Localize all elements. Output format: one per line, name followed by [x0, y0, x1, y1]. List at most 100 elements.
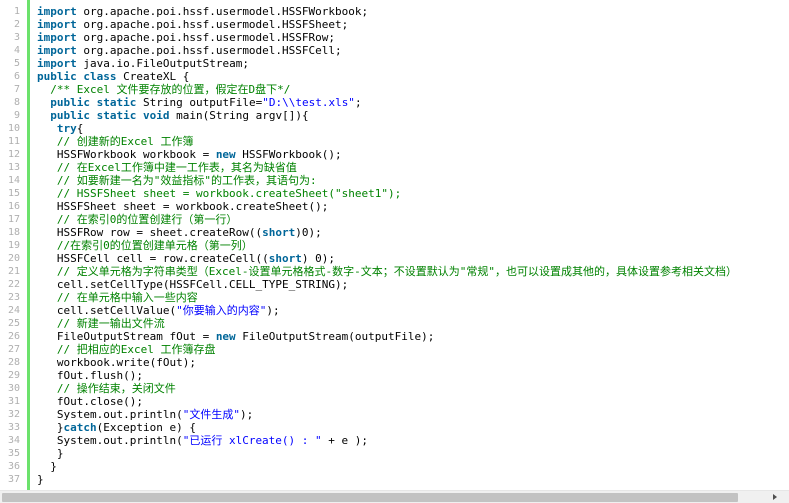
code-text: HSSFCell cell = row.createCell((short) 0…: [37, 252, 335, 265]
code-token: ) 0);: [301, 252, 336, 265]
code-text: // 如要新建一名为"效益指标"的工作表，其语句为:: [37, 174, 317, 187]
code-text: }: [37, 473, 44, 486]
line-number: 4: [13, 45, 20, 56]
code-token: fOut.flush();: [37, 369, 143, 382]
code-token: HSSFCell cell = row.createCell((: [37, 252, 269, 265]
code-text: FileOutputStream fOut = new FileOutputSt…: [37, 330, 435, 343]
line-number: 15: [7, 188, 20, 199]
code-text: public static void main(String argv[]){: [37, 109, 309, 122]
code-text: HSSFRow row = sheet.createRow((short)0);: [37, 226, 322, 239]
code-token: // HSSFSheet sheet = workbook.createShee…: [56, 187, 402, 200]
code-token: import: [37, 18, 77, 31]
code-token: HSSFWorkbook();: [235, 148, 342, 161]
code-text: // 操作结束，关闭文件: [37, 382, 176, 395]
code-token: cell.setCellValue(: [37, 304, 177, 317]
line-number: 31: [7, 396, 20, 407]
scrollbar-thumb[interactable]: [2, 493, 738, 502]
code-token: "你要输入的内容": [176, 304, 267, 317]
code-token: )0);: [295, 226, 322, 239]
code-token: class: [83, 70, 117, 83]
code-token: HSSFWorkbook workbook =: [37, 148, 216, 161]
code-text: //在索引0的位置创建单元格（第一列）: [37, 239, 253, 252]
code-token: }: [37, 447, 64, 460]
code-token: FileOutputStream fOut =: [37, 330, 216, 343]
scroll-right-arrow-icon[interactable]: [773, 494, 777, 500]
line-number: 33: [7, 422, 20, 433]
line-number: 21: [7, 266, 20, 277]
code-text: workbook.write(fOut);: [37, 356, 196, 369]
line-number: 12: [7, 149, 20, 160]
code-token: java.io.FileOutputStream;: [76, 57, 249, 70]
code-token: static: [96, 96, 137, 109]
code-token: HSSFSheet sheet = workbook.createSheet()…: [37, 200, 329, 213]
line-number: 20: [7, 253, 20, 264]
line-number: 27: [7, 344, 20, 355]
line-number: 9: [13, 110, 20, 121]
code-token: }: [37, 473, 44, 486]
code-text: System.out.println("文件生成");: [37, 408, 253, 421]
code-token: /** Excel 文件要存放的位置，假定在D盘下*/: [50, 83, 291, 96]
code-token: // 创建新的Excel 工作簿: [56, 135, 194, 148]
code-text: // 在索引0的位置创建行（第一行）: [37, 213, 238, 226]
line-number: 32: [7, 409, 20, 420]
code-token: org.apache.poi.hssf.usermodel.HSSFSheet;: [76, 18, 349, 31]
code-text: try{: [37, 122, 84, 135]
code-token: short: [262, 226, 296, 239]
line-number: 5: [13, 58, 20, 69]
line-number: 8: [13, 97, 20, 108]
code-token: );: [266, 304, 280, 317]
code-text: import org.apache.poi.hssf.usermodel.HSS…: [37, 18, 348, 31]
code-token: }: [37, 460, 57, 473]
code-token: short: [268, 252, 302, 265]
horizontal-scrollbar[interactable]: [0, 490, 789, 503]
line-number: 23: [7, 292, 20, 303]
line-number: 25: [7, 318, 20, 329]
code-token: }: [37, 421, 64, 434]
line-number: 2: [13, 19, 20, 30]
line-number: 17: [7, 214, 20, 225]
code-text: fOut.close();: [37, 395, 143, 408]
code-text: fOut.flush();: [37, 369, 143, 382]
line-number: 30: [7, 383, 20, 394]
code-text: // 在Excel工作簿中建一工作表，其名为缺省值: [37, 161, 297, 174]
code-token: CreateXL {: [116, 70, 190, 83]
gutter-divider: [27, 0, 30, 490]
line-number: 11: [7, 136, 20, 147]
line-number: 22: [7, 279, 20, 290]
code-token: fOut.close();: [37, 395, 143, 408]
code-token: FileOutputStream(outputFile);: [235, 330, 435, 343]
code-text: cell.setCellValue("你要输入的内容");: [37, 304, 280, 317]
line-number: 7: [13, 84, 20, 95]
code-token: org.apache.poi.hssf.usermodel.HSSFWorkbo…: [76, 5, 369, 18]
line-number: 16: [7, 201, 20, 212]
code-token: new: [215, 148, 236, 161]
code-text: // 新建一输出文件流: [37, 317, 165, 330]
code-token: main(String argv[]){: [169, 109, 309, 122]
line-number: 13: [7, 162, 20, 173]
code-token: ;: [354, 96, 362, 109]
code-text: cell.setCellType(HSSFCell.CELL_TYPE_STRI…: [37, 278, 348, 291]
line-number: 29: [7, 370, 20, 381]
code-token: "已运行 xlCreate() : ": [182, 434, 322, 447]
line-number: 1: [13, 6, 20, 17]
line-number: 10: [7, 123, 20, 134]
code-token: // 操作结束，关闭文件: [56, 382, 176, 395]
code-text: HSSFWorkbook workbook = new HSSFWorkbook…: [37, 148, 342, 161]
code-text: HSSFSheet sheet = workbook.createSheet()…: [37, 200, 329, 213]
code-text: public static String outputFile="D:\\tes…: [37, 96, 362, 109]
code-token: "文件生成": [182, 408, 240, 421]
code-token: new: [215, 330, 236, 343]
line-number: 19: [7, 240, 20, 251]
code-token: {: [76, 122, 84, 135]
code-token: System.out.println(: [37, 408, 183, 421]
